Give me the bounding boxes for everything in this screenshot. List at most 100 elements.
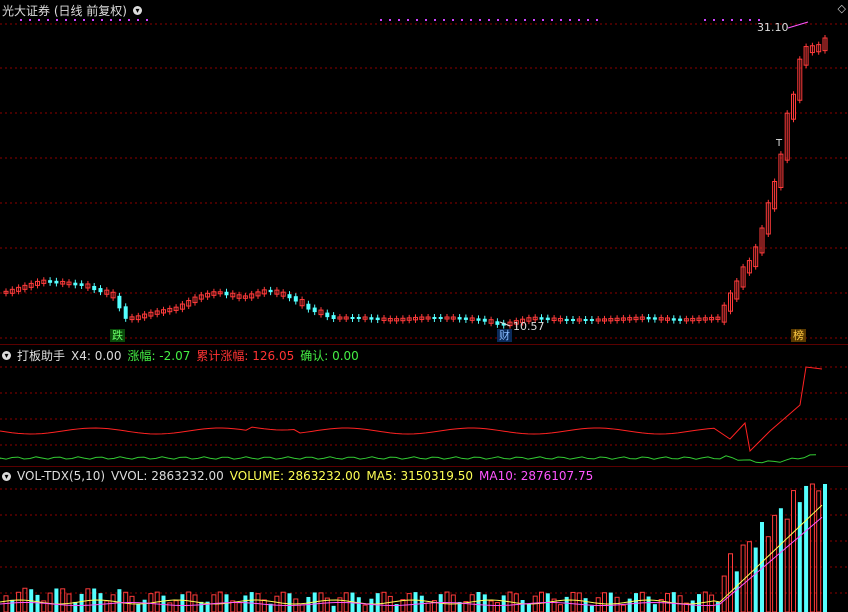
volume-bar <box>117 589 122 612</box>
marker-dot <box>551 19 553 21</box>
volume-vvol: VVOL: 2863232.00 <box>111 469 224 483</box>
ma5-line <box>0 504 823 605</box>
volume-header: ▾ VOL-TDX(5,10) VVOL: 2863232.00 VOLUME:… <box>2 469 593 483</box>
candle-down <box>98 288 103 293</box>
marker-dot <box>380 19 382 21</box>
marker-dot <box>83 19 85 21</box>
volume-bar <box>54 588 59 612</box>
candle-down <box>325 312 330 318</box>
marker-dot <box>542 19 544 21</box>
marker-dot <box>47 19 49 21</box>
volume-bar <box>47 592 53 612</box>
indicator-name: 打板助手 <box>17 349 66 363</box>
badge-die[interactable]: 跌 <box>110 329 125 342</box>
kline-panel[interactable]: 光大证券 (日线 前复权) ▾ ◇ 31.10 10.57 T 跌 财 榜 <box>0 0 848 344</box>
volume-chart[interactable] <box>0 467 848 612</box>
volume-bar <box>791 490 796 612</box>
marker-dot <box>434 19 436 21</box>
volume-bar <box>98 593 103 612</box>
marker-dot <box>425 19 427 21</box>
diamond-icon[interactable]: ◇ <box>838 2 846 15</box>
volume-bar <box>576 592 582 612</box>
candle-down <box>438 317 443 319</box>
volume-bar <box>734 571 739 612</box>
candle-down <box>589 319 594 321</box>
badge-cai[interactable]: 财 <box>497 329 512 342</box>
volume-bar <box>287 593 292 612</box>
volume-bar <box>173 600 179 612</box>
volume-bar <box>261 599 267 612</box>
volume-bar <box>469 594 475 612</box>
volume-bar <box>142 599 147 612</box>
volume-bar <box>778 508 783 612</box>
dropdown-chevron-icon[interactable]: ▾ <box>133 6 142 15</box>
candle-down <box>671 318 676 321</box>
marker-dot <box>38 19 40 21</box>
indicator-x4: X4: 0.00 <box>71 348 122 363</box>
volume-menu-icon[interactable]: ▾ <box>2 471 11 481</box>
volume-bar <box>602 592 607 612</box>
candle-down <box>678 318 683 321</box>
marker-dot <box>20 19 22 21</box>
candle-down <box>312 307 317 313</box>
candle-down <box>482 318 487 322</box>
marker-dot <box>443 19 445 21</box>
marker-dot <box>497 19 499 21</box>
volume-bar <box>331 605 336 612</box>
marker-dot <box>713 19 715 21</box>
marker-dot <box>488 19 490 21</box>
indicator-queren: 确认: 0.00 <box>300 349 359 363</box>
volume-bar <box>639 591 645 612</box>
volume-bar <box>589 605 594 612</box>
candle-down <box>73 282 78 286</box>
volume-bar <box>356 597 361 612</box>
candle-down <box>457 317 462 320</box>
candle-down <box>79 283 84 286</box>
candle-down <box>48 280 53 283</box>
indicator-header: ▾ 打板助手 X4: 0.00 涨幅: -2.07 累计涨幅: 126.05 确… <box>2 347 359 364</box>
volume-bar <box>520 600 525 612</box>
volume-panel[interactable]: ▾ VOL-TDX(5,10) VVOL: 2863232.00 VOLUME:… <box>0 466 848 612</box>
volume-bar <box>804 485 809 612</box>
volume-ma10: MA10: 2876107.75 <box>479 469 594 483</box>
candle-down <box>564 318 569 321</box>
volume-bar <box>387 595 393 612</box>
t-marker: T <box>776 138 783 149</box>
volume-bar <box>60 588 66 612</box>
volume-bar <box>671 592 676 612</box>
kline-chart[interactable] <box>0 0 848 344</box>
badge-bang[interactable]: 榜 <box>791 329 806 342</box>
low-price-label: 10.57 <box>513 320 545 333</box>
volume-bar <box>564 596 569 612</box>
stock-title: 光大证券 (日线 前复权) <box>2 4 127 18</box>
marker-dot <box>506 19 508 21</box>
indicator-menu-icon[interactable]: ▾ <box>2 351 11 360</box>
marker-dot <box>398 19 400 21</box>
candle-down <box>369 317 374 320</box>
volume-bar <box>192 594 198 612</box>
marker-dot <box>416 19 418 21</box>
volume-bar <box>375 593 380 612</box>
volume-name: VOL-TDX(5,10) <box>17 469 106 483</box>
marker-dot <box>578 19 580 21</box>
indicator-leiji: 累计涨幅: 126.05 <box>196 349 295 363</box>
kline-header: 光大证券 (日线 前复权) ▾ <box>2 2 142 19</box>
volume-bar <box>595 597 601 612</box>
marker-dot <box>56 19 58 21</box>
marker-dot <box>587 19 589 21</box>
volume-bar <box>797 502 802 612</box>
marker-dot <box>515 19 517 21</box>
candle-down <box>495 321 500 325</box>
marker-dot <box>137 19 139 21</box>
volume-bar <box>104 600 110 612</box>
candle-down <box>117 295 122 309</box>
volume-bar <box>217 591 223 612</box>
volume-bar <box>570 591 576 612</box>
volume-bar <box>413 592 418 612</box>
volume-bar <box>646 596 651 612</box>
marker-dot <box>65 19 67 21</box>
indicator-zhangfu: 涨幅: -2.07 <box>127 349 191 363</box>
indicator-panel[interactable]: ▾ 打板助手 X4: 0.00 涨幅: -2.07 累计涨幅: 126.05 确… <box>0 344 848 467</box>
volume-bar <box>318 592 324 612</box>
volume-bar <box>488 600 494 612</box>
